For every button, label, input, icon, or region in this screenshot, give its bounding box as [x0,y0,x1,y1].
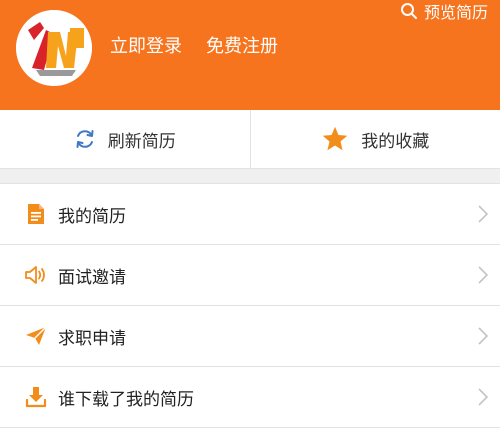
refresh-resume-button[interactable]: 刷新简历 [0,110,250,168]
menu-item-label: 谁下载了我的简历 [58,385,194,410]
chevron-right-icon [478,327,488,345]
paper-plane-icon [24,324,48,348]
menu-item-my-resume[interactable]: 我的简历 [0,184,500,245]
avatar[interactable] [16,10,92,86]
menu-item-job-applications[interactable]: 求职申请 [0,306,500,367]
preview-resume-label: 预览简历 [424,0,488,23]
menu-item-interview-invitations[interactable]: 面试邀请 [0,245,500,306]
login-link[interactable]: 立即登录 [110,36,182,58]
download-icon [24,385,48,409]
speaker-icon [24,263,48,287]
document-icon [24,202,48,226]
my-favorites-label: 我的收藏 [361,127,429,152]
menu-list: 我的简历 面试邀请 求职申请 [0,183,500,428]
menu-item-label: 我的简历 [58,202,126,227]
my-favorites-button[interactable]: 我的收藏 [251,110,500,168]
refresh-resume-label: 刷新简历 [108,127,176,152]
menu-item-who-downloaded-resume[interactable]: 谁下载了我的简历 [0,367,500,428]
preview-resume-button[interactable]: 预览简历 [400,0,488,22]
menu-item-label: 面试邀请 [58,263,126,288]
star-icon [321,125,349,153]
profile-header: 立即登录 免费注册 预览简历 [0,0,500,110]
refresh-icon [74,128,96,150]
chevron-right-icon [478,388,488,406]
brand-logo-icon [16,10,92,86]
search-icon [400,2,418,20]
quick-actions-bar: 刷新简历 我的收藏 [0,110,500,169]
register-link[interactable]: 免费注册 [206,36,278,58]
chevron-right-icon [478,266,488,284]
menu-item-label: 求职申请 [58,324,126,349]
chevron-right-icon [478,205,488,223]
